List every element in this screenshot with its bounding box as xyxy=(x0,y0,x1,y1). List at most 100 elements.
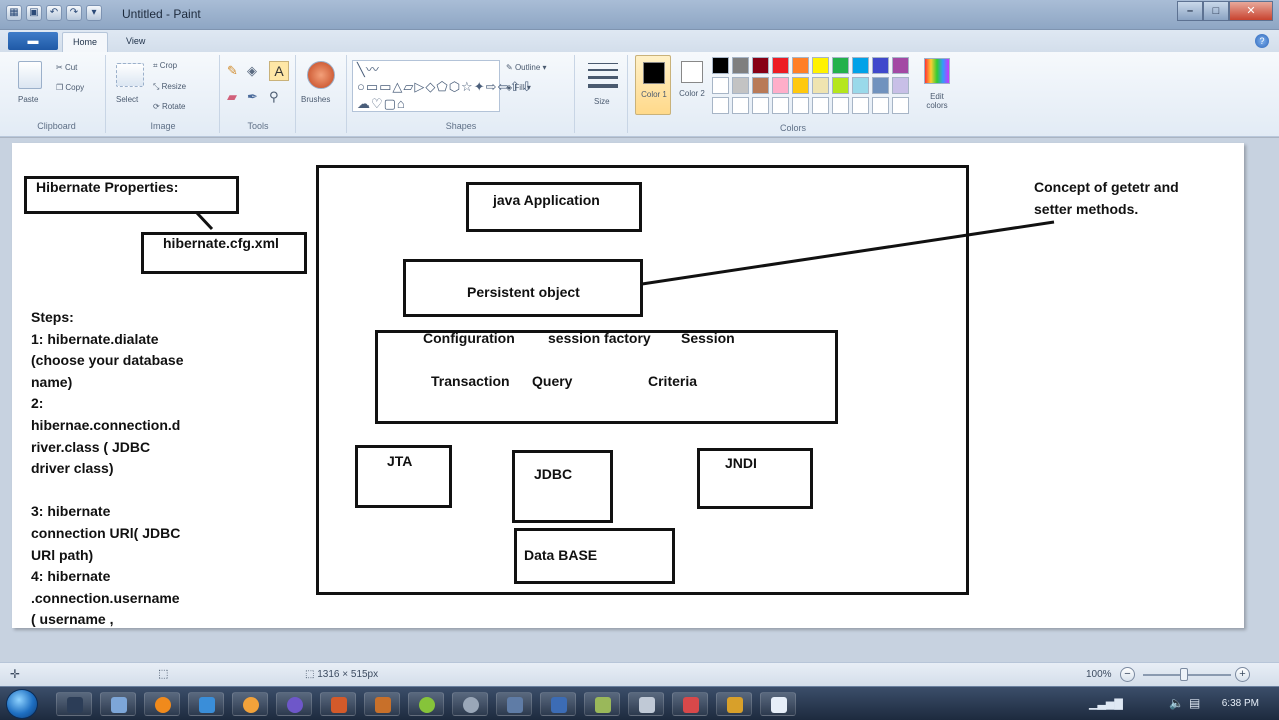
taskbar-app-icon[interactable] xyxy=(408,692,444,716)
taskbar-app-icon[interactable] xyxy=(672,692,708,716)
shapes-gallery[interactable]: ╲〰○▭▭△▱▷◇⬠⬡☆✦⇨⇦⇧⇩☁♡▢⌂ xyxy=(352,60,532,112)
palette-swatch[interactable] xyxy=(872,77,889,94)
brushes-button[interactable]: Brushes xyxy=(301,95,330,104)
persistent-object-label: Persistent object xyxy=(467,284,580,300)
text-tool-icon[interactable]: A xyxy=(269,61,289,81)
fill-icon[interactable]: ◈ xyxy=(247,63,257,79)
palette-swatch[interactable] xyxy=(852,57,869,74)
undo-icon[interactable]: ↶ xyxy=(46,5,62,21)
palette-swatch[interactable] xyxy=(772,97,789,114)
cut-button[interactable]: ✂ Cut xyxy=(56,63,77,72)
palette-swatch[interactable] xyxy=(732,97,749,114)
taskbar-app-icon[interactable] xyxy=(716,692,752,716)
minimize-button[interactable]: – xyxy=(1177,1,1203,21)
paste-button[interactable]: Paste xyxy=(18,95,38,104)
palette-swatch[interactable] xyxy=(772,77,789,94)
tab-view[interactable]: View xyxy=(116,32,155,52)
palette-swatch[interactable] xyxy=(772,57,789,74)
palette-swatch[interactable] xyxy=(712,77,729,94)
network-icon[interactable]: ▤ xyxy=(1189,696,1200,710)
palette-swatch[interactable] xyxy=(892,57,909,74)
maximize-button[interactable]: □ xyxy=(1203,1,1229,21)
copy-button[interactable]: ❐ Copy xyxy=(56,83,84,92)
palette-swatch[interactable] xyxy=(792,77,809,94)
select-icon[interactable] xyxy=(116,63,144,87)
palette-swatch[interactable] xyxy=(832,77,849,94)
zoom-in-button[interactable]: + xyxy=(1235,667,1250,682)
palette-swatch[interactable] xyxy=(892,77,909,94)
magnifier-icon[interactable]: ⚲ xyxy=(269,89,279,105)
palette-swatch[interactable] xyxy=(872,97,889,114)
palette-swatch[interactable] xyxy=(812,97,829,114)
window-title: Untitled - Paint xyxy=(122,7,201,21)
fill-button[interactable]: ◈ Fill ▾ xyxy=(506,83,531,92)
pencil-icon[interactable]: ✎ xyxy=(227,63,238,79)
zoom-out-button[interactable]: − xyxy=(1120,667,1135,682)
taskbar-app-icon[interactable] xyxy=(452,692,488,716)
color2-selector[interactable]: Color 2 xyxy=(674,55,710,115)
palette-swatch[interactable] xyxy=(812,77,829,94)
outline-button[interactable]: ✎ Outline ▾ xyxy=(506,63,547,72)
size-lines-icon[interactable] xyxy=(588,63,618,88)
start-button-icon[interactable] xyxy=(6,689,38,719)
palette-swatch[interactable] xyxy=(832,97,849,114)
palette-swatch[interactable] xyxy=(872,57,889,74)
taskbar-app-icon[interactable] xyxy=(144,692,180,716)
palette-swatch[interactable] xyxy=(752,97,769,114)
taskbar-app-icon[interactable] xyxy=(56,692,92,716)
palette-swatch[interactable] xyxy=(832,57,849,74)
signal-icon[interactable]: ▁▃▅▇ xyxy=(1089,697,1123,710)
paint-menu-button[interactable]: ▬ xyxy=(8,32,58,50)
taskbar-app-icon[interactable] xyxy=(320,692,356,716)
color1-label: Color 1 xyxy=(641,90,667,99)
close-button[interactable]: ✕ xyxy=(1229,1,1273,21)
taskbar-app-icon[interactable] xyxy=(584,692,620,716)
palette-swatch[interactable] xyxy=(852,97,869,114)
tab-home[interactable]: Home xyxy=(62,32,109,52)
color1-selector[interactable]: Color 1 xyxy=(635,55,671,115)
edit-colors-icon[interactable] xyxy=(924,58,950,84)
resize-button[interactable]: ⤡ Resize xyxy=(153,82,186,92)
taskbar-app-icon[interactable] xyxy=(540,692,576,716)
color-picker-icon[interactable]: ✒ xyxy=(247,89,258,105)
taskbar-app-icon[interactable] xyxy=(628,692,664,716)
palette-swatch[interactable] xyxy=(752,57,769,74)
drawing-canvas[interactable]: Hibernate Properties: hibernate.cfg.xml … xyxy=(12,143,1244,628)
palette-swatch[interactable] xyxy=(752,77,769,94)
eraser-icon[interactable]: ▰ xyxy=(227,89,237,105)
paint-app-icon[interactable]: ▦ xyxy=(6,5,22,21)
palette-swatch[interactable] xyxy=(712,57,729,74)
save-icon[interactable]: ▣ xyxy=(26,5,42,21)
palette-swatch[interactable] xyxy=(792,97,809,114)
palette-swatch[interactable] xyxy=(892,97,909,114)
rotate-button[interactable]: ⟳ Rotate xyxy=(153,102,186,111)
shapes-group: ╲〰○▭▭△▱▷◇⬠⬡☆✦⇨⇦⇧⇩☁♡▢⌂ ✎ Outline ▾ ◈ Fill… xyxy=(348,55,575,133)
clipboard-group: Paste ✂ Cut ❐ Copy Clipboard xyxy=(8,55,106,133)
customize-toolbar-icon[interactable]: ▾ xyxy=(86,5,102,21)
palette-swatch[interactable] xyxy=(732,77,749,94)
palette-swatch[interactable] xyxy=(812,57,829,74)
zoom-slider-thumb[interactable] xyxy=(1180,668,1188,681)
taskbar-app-icon[interactable] xyxy=(232,692,268,716)
help-icon[interactable]: ? xyxy=(1255,34,1269,48)
volume-icon[interactable]: 🔈 xyxy=(1169,696,1184,710)
taskbar-app-icon[interactable] xyxy=(100,692,136,716)
paste-icon[interactable] xyxy=(18,61,42,89)
select-button[interactable]: Select xyxy=(116,95,138,104)
palette-swatch[interactable] xyxy=(792,57,809,74)
palette-swatch[interactable] xyxy=(712,97,729,114)
edit-colors-button[interactable]: Edit colors xyxy=(920,92,954,110)
palette-swatch[interactable] xyxy=(852,77,869,94)
taskbar-app-icon[interactable] xyxy=(496,692,532,716)
palette-swatch[interactable] xyxy=(732,57,749,74)
size-group: Size xyxy=(576,55,628,133)
redo-icon[interactable]: ↷ xyxy=(66,5,82,21)
clock[interactable]: 6:38 PM xyxy=(1222,698,1259,709)
size-button[interactable]: Size xyxy=(594,97,610,106)
taskbar-paint-icon[interactable] xyxy=(760,692,796,716)
taskbar-app-icon[interactable] xyxy=(188,692,224,716)
taskbar-app-icon[interactable] xyxy=(276,692,312,716)
brushes-icon[interactable] xyxy=(307,61,335,89)
crop-button[interactable]: ⌗ Crop xyxy=(153,61,177,71)
taskbar-app-icon[interactable] xyxy=(364,692,400,716)
